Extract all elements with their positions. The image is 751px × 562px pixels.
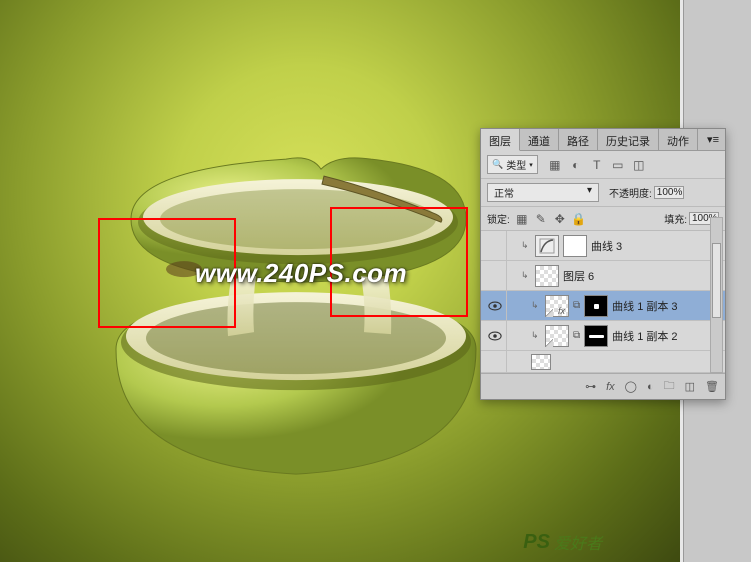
search-icon: 🔍 [492, 159, 503, 170]
visibility-toggle[interactable] [483, 231, 507, 260]
curves-adjust-thumb [535, 235, 559, 257]
fx-icon[interactable]: fx [606, 381, 615, 393]
filter-adjust-icon[interactable]: ◐ [569, 158, 583, 172]
scrollbar-thumb[interactable] [712, 243, 721, 318]
eye-icon [488, 331, 502, 341]
layer-row[interactable]: ↳ 图层 6 [481, 261, 725, 291]
tab-channels[interactable]: 通道 [520, 129, 559, 150]
chevron-down-icon: ▾ [529, 161, 533, 169]
filter-pixel-icon[interactable]: ▦ [548, 158, 562, 172]
clip-indicator-icon: ↳ [531, 300, 541, 311]
eye-icon [488, 301, 502, 311]
watermark-corner-text: 爱好者 [554, 530, 602, 554]
layer-name: 曲线 1 副本 2 [612, 328, 677, 344]
new-group-icon[interactable]: 🗀 [664, 377, 675, 396]
tab-actions[interactable]: 动作 [659, 129, 698, 150]
lock-pixels-icon[interactable]: ✎ [534, 212, 548, 226]
panel-lock-row: 锁定: ▦ ✎ ✥ 🔒 填充: 100% [481, 207, 725, 231]
visibility-toggle[interactable] [483, 261, 507, 290]
lock-all-icon[interactable]: 🔒 [572, 212, 586, 226]
blend-mode-value: 正常 [494, 185, 514, 200]
kind-label: 类型 [506, 157, 526, 172]
link-mask-icon[interactable]: ⧉ [573, 330, 580, 341]
layer-row[interactable]: ↳ 曲线 3 [481, 231, 725, 261]
lock-transparent-icon[interactable]: ▦ [515, 212, 529, 226]
layer-row[interactable] [481, 351, 725, 373]
layer-mask-thumb [584, 295, 608, 317]
layers-list: ↳ 曲线 3 ↳ 图层 6 ↳ fx ⧉ [481, 231, 725, 373]
layer-thumb [545, 325, 569, 347]
chevron-down-icon: ▾ [587, 185, 592, 200]
layer-name: 曲线 3 [591, 238, 622, 254]
link-layers-icon[interactable]: ⊶ [585, 380, 596, 393]
clip-indicator-icon: ↳ [521, 270, 531, 281]
layer-thumb [535, 265, 559, 287]
opacity-label: 不透明度: [609, 185, 652, 200]
layers-scrollbar[interactable] [710, 217, 723, 373]
ps-logo: PS [523, 531, 550, 554]
clip-indicator-icon: ↳ [531, 330, 541, 341]
panel-blend-row: 正常 ▾ 不透明度: 100% [481, 179, 725, 207]
new-layer-icon[interactable]: ◫ [685, 380, 695, 393]
panel-tabs: 图层 通道 路径 历史记录 动作 ▾≡ [481, 129, 725, 151]
layer-row[interactable]: ↳ fx ⧉ 曲线 1 副本 3 [481, 291, 725, 321]
visibility-toggle[interactable] [483, 291, 507, 320]
panel-menu-icon[interactable]: ▾≡ [701, 129, 725, 150]
filter-shape-icon[interactable]: ▭ [611, 158, 625, 172]
layers-panel: 图层 通道 路径 历史记录 动作 ▾≡ 🔍 类型 ▾ ▦ ◐ T ▭ ◫ 正常 … [480, 128, 726, 400]
lock-label: 锁定: [487, 211, 510, 226]
layer-name: 图层 6 [563, 268, 594, 284]
clip-indicator-icon: ↳ [521, 240, 531, 251]
blend-mode-select[interactable]: 正常 ▾ [487, 183, 599, 202]
layer-mask-thumb [584, 325, 608, 347]
layer-thumb: fx [545, 295, 569, 317]
lock-position-icon[interactable]: ✥ [553, 212, 567, 226]
new-adjust-icon[interactable]: ◐ [647, 381, 654, 393]
visibility-toggle[interactable] [483, 321, 507, 350]
layer-name: 曲线 1 副本 3 [612, 298, 677, 314]
layer-thumb [531, 354, 551, 370]
watermark-center: www.240PS.com [195, 258, 407, 289]
kind-filter-select[interactable]: 🔍 类型 ▾ [487, 155, 538, 174]
visibility-toggle[interactable] [483, 351, 507, 372]
filter-type-icon[interactable]: T [590, 158, 604, 172]
opacity-input[interactable]: 100% [654, 186, 684, 199]
fill-label: 填充: [664, 211, 687, 226]
tab-history[interactable]: 历史记录 [598, 129, 659, 150]
delete-layer-icon[interactable]: 🗑 [705, 380, 719, 393]
tab-layers[interactable]: 图层 [481, 129, 520, 151]
filter-smart-icon[interactable]: ◫ [632, 158, 646, 172]
panel-filter-row: 🔍 类型 ▾ ▦ ◐ T ▭ ◫ [481, 151, 725, 179]
link-mask-icon[interactable]: ⧉ [573, 300, 580, 311]
add-mask-icon[interactable]: ◯ [625, 380, 637, 393]
panel-footer: ⊶ fx ◯ ◐ 🗀 ◫ 🗑 [481, 373, 725, 399]
watermark-corner: PS 爱好者 [523, 530, 602, 554]
layer-mask-thumb [563, 235, 587, 257]
tab-paths[interactable]: 路径 [559, 129, 598, 150]
layer-row[interactable]: ↳ ⧉ 曲线 1 副本 2 [481, 321, 725, 351]
filter-icons: ▦ ◐ T ▭ ◫ [548, 158, 646, 172]
